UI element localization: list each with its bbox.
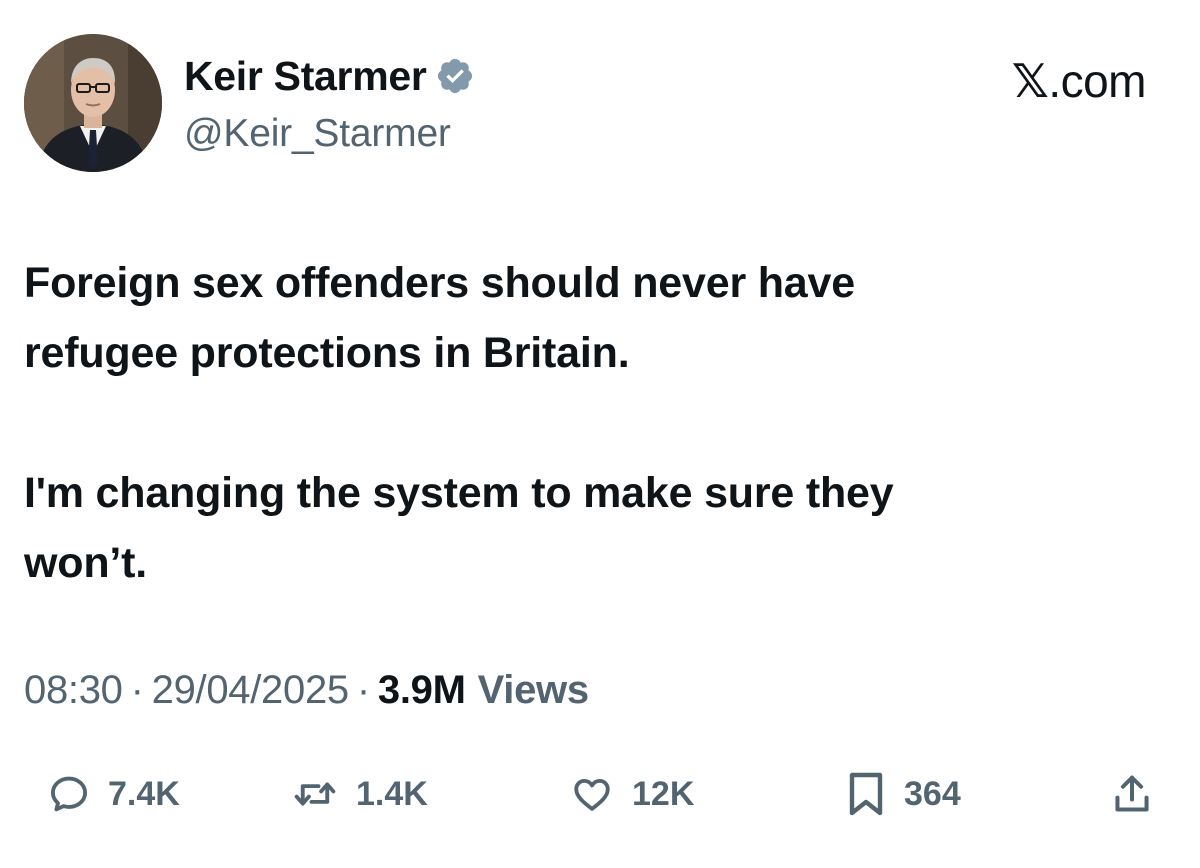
reply-icon	[50, 776, 88, 812]
share-button[interactable]	[1112, 762, 1152, 826]
views-count: 3.9M	[377, 668, 466, 712]
like-count: 12K	[632, 774, 695, 813]
action-bar: 7.4K 1.4K 12K 364	[0, 762, 1200, 826]
tweet-text: Foreign sex offenders should never have …	[24, 248, 1164, 598]
avatar-photo-icon	[24, 34, 162, 172]
bookmark-button[interactable]: 364	[846, 762, 961, 826]
meta-separator: ·	[130, 668, 144, 712]
like-button[interactable]: 12K	[570, 762, 694, 826]
bookmark-count: 364	[904, 774, 961, 813]
reply-count: 7.4K	[108, 774, 180, 813]
name-row: Keir Starmer	[184, 48, 475, 104]
reply-button[interactable]: 7.4K	[48, 762, 180, 826]
x-logo-icon: 𝕏	[1011, 55, 1049, 107]
views-label: Views	[477, 668, 589, 712]
repost-button[interactable]: 1.4K	[292, 762, 428, 826]
bookmark-icon	[849, 772, 883, 816]
tweet-time[interactable]: 08:30	[24, 668, 123, 713]
tweet-paragraph-1: Foreign sex offenders should never have …	[24, 259, 855, 377]
author-identity: Keir Starmer @Keir_Starmer	[184, 48, 475, 156]
display-name[interactable]: Keir Starmer	[184, 53, 427, 100]
repost-icon	[294, 782, 336, 806]
verified-badge-icon	[435, 56, 475, 96]
author-handle[interactable]: @Keir_Starmer	[184, 112, 475, 156]
avatar[interactable]	[24, 34, 162, 172]
repost-count: 1.4K	[356, 774, 428, 813]
meta-separator: ·	[356, 668, 370, 712]
share-icon	[1115, 775, 1149, 812]
heart-icon	[574, 778, 610, 811]
tweet-date[interactable]: 29/04/2025	[152, 668, 350, 713]
site-label: 𝕏.com	[1011, 54, 1147, 108]
tweet-paragraph-2: I'm changing the system to make sure the…	[24, 469, 894, 587]
tweet-meta: 08:30 · 29/04/2025 · 3.9M Views	[24, 668, 589, 713]
tweet-header: Keir Starmer @Keir_Starmer 𝕏.com	[24, 34, 1174, 174]
site-label-domain: .com	[1048, 55, 1146, 107]
